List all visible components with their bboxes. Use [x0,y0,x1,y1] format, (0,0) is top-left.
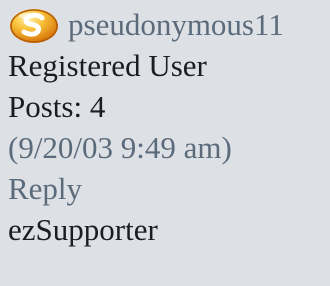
username-link[interactable]: pseudonymous11 [68,7,284,42]
post-author-meta: pseudonymous11 Registered User Posts: 4 … [0,0,330,286]
reply-link[interactable]: Reply [8,171,82,206]
post-date-row: (9/20/03 9:49 am) [8,128,232,168]
post-date-link[interactable]: (9/20/03 9:49 am) [8,130,232,165]
user-rank: Registered User [8,48,207,83]
user-status-orb-icon [9,8,59,44]
post-count: Posts: 4 [8,89,106,124]
supporter-badge: ezSupporter [8,212,158,247]
reply-row: Reply [8,169,82,209]
username-row: pseudonymous11 [9,5,284,45]
